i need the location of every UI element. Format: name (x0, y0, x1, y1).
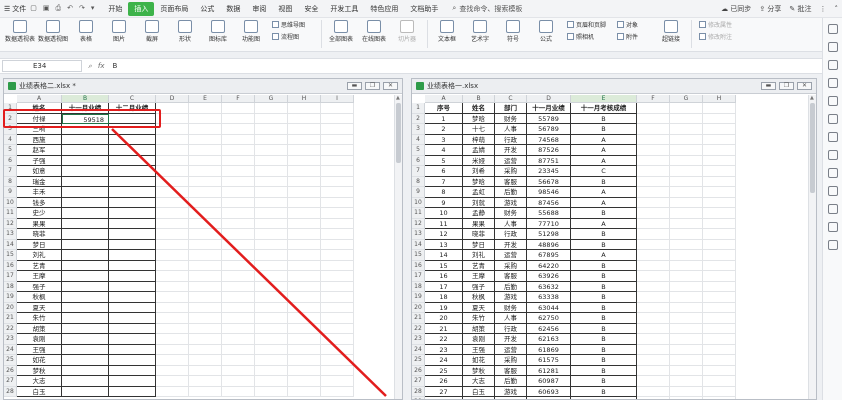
arrow-line (111, 128, 387, 397)
annotation-arrow (111, 128, 387, 397)
